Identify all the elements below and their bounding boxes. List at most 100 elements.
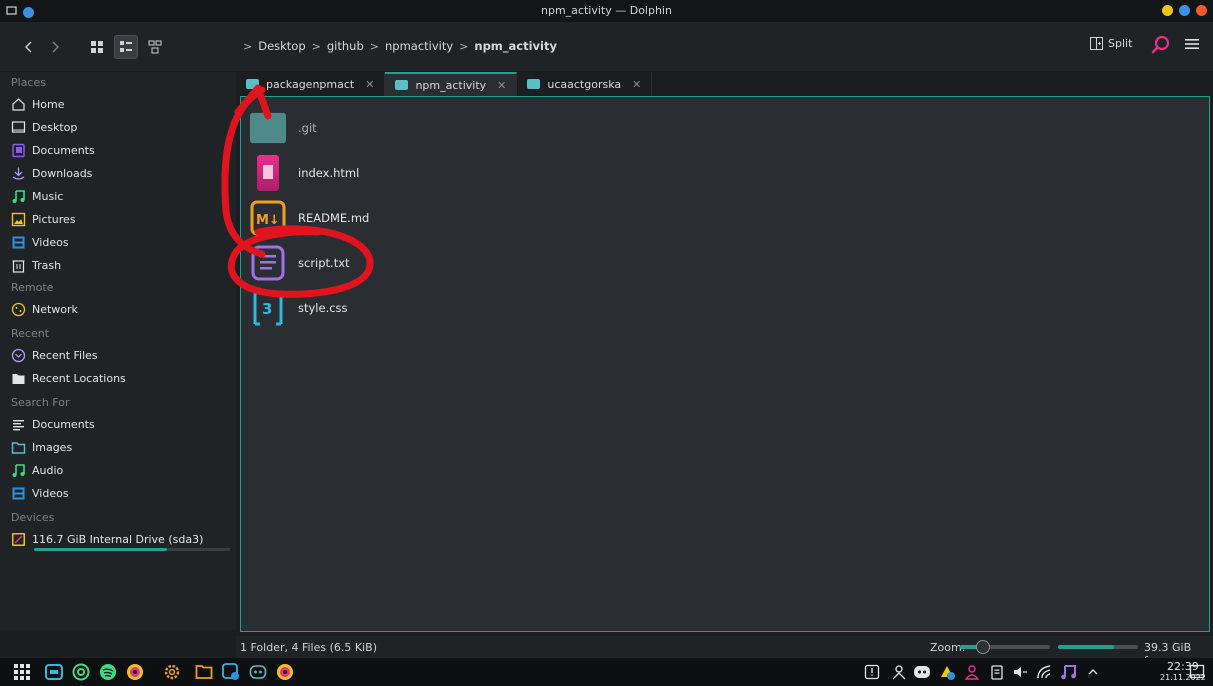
show-desktop-icon[interactable] [1187, 662, 1207, 682]
drive-usage-bar [34, 548, 230, 551]
updates-icon[interactable] [937, 662, 957, 682]
file-manager-icon[interactable] [194, 662, 214, 682]
tab-npm-activity[interactable]: npm_activity ✕ [385, 72, 518, 96]
tab-label: ucaactgorska [547, 77, 622, 91]
breadcrumb-item-npmactivity[interactable]: npmactivity [385, 39, 453, 53]
clipboard-icon[interactable] [987, 662, 1007, 682]
file-view[interactable]: .git index.html M↓ README.md script.txt … [240, 96, 1210, 632]
breadcrumb-item-github[interactable]: github [327, 39, 364, 53]
sidebar-item-label: Videos [32, 236, 69, 249]
tab-packagenpmact[interactable]: packagenpmact ✕ [236, 72, 386, 96]
maximize-button[interactable] [1179, 5, 1190, 16]
sidebar-item-internal-drive[interactable]: 116.7 GiB Internal Drive (sda3) [0, 528, 236, 551]
audio-icon [11, 463, 26, 478]
sidebar-item-downloads[interactable]: Downloads [0, 162, 236, 185]
app-icon[interactable] [275, 662, 295, 682]
breadcrumb-item-desktop[interactable]: Desktop [258, 39, 305, 53]
sidebar-item-label: Recent Files [32, 349, 98, 362]
title-bar: npm_activity — Dolphin [0, 0, 1213, 22]
close-tab-icon[interactable]: ✕ [497, 79, 506, 92]
hamburger-menu-icon[interactable] [1184, 37, 1200, 54]
tray-expand-icon[interactable] [1083, 662, 1103, 682]
section-devices: Devices [11, 511, 55, 524]
status-bar: 1 Folder, 4 Files (6.5 KiB) Zoom: 39.3 G… [236, 636, 1213, 667]
css-file-icon: 3 [250, 290, 286, 326]
sidebar-item-music[interactable]: Music [0, 185, 236, 208]
sidebar-item-videos[interactable]: Videos [0, 231, 236, 254]
folder-icon [11, 371, 26, 386]
sidebar-item-recent-locations[interactable]: Recent Locations [0, 367, 236, 390]
sidebar-item-search-videos[interactable]: Videos [0, 482, 236, 505]
media-player-icon[interactable] [1059, 662, 1079, 682]
user-icon[interactable] [889, 662, 909, 682]
sidebar-item-label: Recent Locations [32, 372, 126, 385]
details-view-button[interactable] [143, 35, 167, 59]
forward-button[interactable] [48, 36, 62, 58]
volume-icon[interactable] [1010, 662, 1030, 682]
file-item-index-html[interactable]: index.html [250, 153, 359, 193]
breadcrumb-item-current[interactable]: npm_activity [474, 39, 557, 53]
discord-tray-icon[interactable] [912, 662, 932, 682]
zoom-slider-handle[interactable] [976, 640, 990, 654]
screenshot-tool-icon[interactable] [221, 662, 241, 682]
section-recent: Recent [11, 327, 50, 340]
file-item-readme[interactable]: M↓ README.md [250, 198, 369, 238]
file-item-style-css[interactable]: 3 style.css [250, 288, 348, 328]
split-button[interactable]: Split [1090, 37, 1132, 50]
icons-view-button[interactable] [85, 35, 109, 59]
sidebar-item-search-documents[interactable]: Documents [0, 413, 236, 436]
minimize-button[interactable] [1162, 5, 1173, 16]
window-title: npm_activity — Dolphin [541, 4, 672, 17]
sidebar-item-label: Music [32, 190, 64, 203]
account-icon[interactable] [962, 662, 982, 682]
close-tab-icon[interactable]: ✕ [365, 78, 374, 91]
sidebar-item-desktop[interactable]: Desktop [0, 116, 236, 139]
close-button[interactable] [1196, 5, 1207, 16]
sidebar-item-search-images[interactable]: Images [0, 436, 236, 459]
compact-view-button[interactable] [114, 35, 138, 59]
places-panel: Places Home Desktop Documents Downloads … [0, 72, 236, 630]
toolbar: > Desktop > github > npmactivity > npm_a… [0, 22, 1213, 72]
sidebar-item-label: Documents [32, 418, 95, 431]
network-icon [11, 302, 26, 317]
app-launcher-icon[interactable] [12, 662, 32, 682]
sidebar-item-home[interactable]: Home [0, 93, 236, 116]
sidebar-item-search-audio[interactable]: Audio [0, 459, 236, 482]
drive-icon [11, 532, 26, 547]
back-button[interactable] [22, 36, 36, 58]
sidebar-item-label: Videos [32, 487, 69, 500]
tab-ucaactgorska[interactable]: ucaactgorska ✕ [517, 72, 653, 96]
file-item-script-txt[interactable]: script.txt [250, 243, 350, 283]
sidebar-item-label: Home [32, 98, 65, 111]
sidebar-item-label: Desktop [32, 121, 78, 134]
browser-icon[interactable] [71, 662, 91, 682]
discord-app-icon[interactable] [248, 662, 268, 682]
search-icon[interactable] [1150, 34, 1172, 59]
chevron-right-icon[interactable]: > [370, 40, 379, 53]
settings-icon[interactable] [162, 662, 182, 682]
sidebar-item-label: 116.7 GiB Internal Drive (sda3) [32, 533, 204, 546]
app-icon[interactable] [125, 662, 145, 682]
chevron-right-icon[interactable]: > [312, 40, 321, 53]
videos-icon [11, 235, 26, 250]
sidebar-item-network[interactable]: Network [0, 298, 236, 321]
sidebar-item-documents[interactable]: Documents [0, 139, 236, 162]
sidebar-item-recent-files[interactable]: Recent Files [0, 344, 236, 367]
close-tab-icon[interactable]: ✕ [632, 78, 641, 91]
file-item-git[interactable]: .git [250, 108, 317, 148]
split-label: Split [1108, 37, 1133, 50]
folder-icon [250, 110, 286, 146]
spotify-icon[interactable] [98, 662, 118, 682]
workspace-icon[interactable] [44, 662, 64, 682]
trash-icon [11, 258, 26, 273]
zoom-slider[interactable] [960, 640, 1050, 654]
breadcrumb-chevron-icon[interactable]: > [243, 40, 252, 53]
wifi-icon[interactable] [1035, 662, 1055, 682]
chevron-right-icon[interactable]: > [459, 40, 468, 53]
free-space-bar[interactable] [1058, 645, 1138, 649]
clock-icon [11, 348, 26, 363]
sidebar-item-trash[interactable]: Trash [0, 254, 236, 277]
sidebar-item-pictures[interactable]: Pictures [0, 208, 236, 231]
notification-icon[interactable] [862, 662, 882, 682]
images-icon [11, 440, 26, 455]
